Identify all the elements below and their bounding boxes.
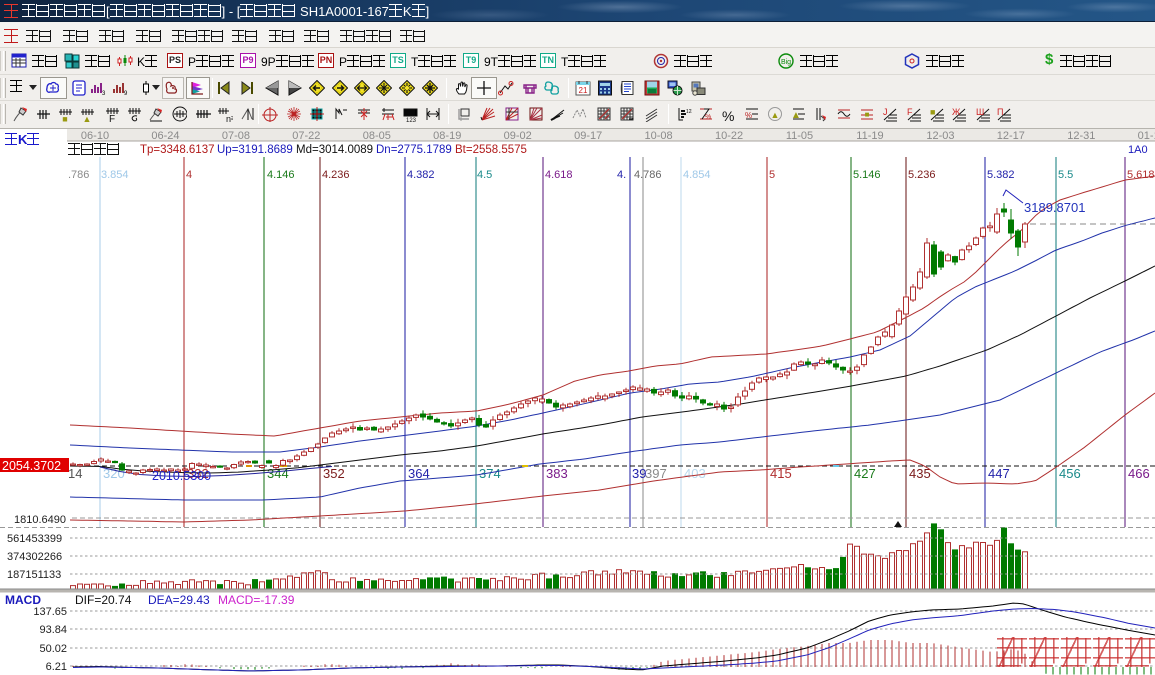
- svg-text:%: %: [745, 111, 752, 120]
- svg-text:Dn=2775.1789: Dn=2775.1789: [376, 144, 452, 156]
- svg-text:123: 123: [406, 118, 417, 122]
- svg-text:374302266: 374302266: [7, 551, 62, 563]
- svg-text:1810.6490: 1810.6490: [14, 514, 66, 526]
- svg-text:3189.8701: 3189.8701: [1024, 200, 1085, 215]
- svg-text:12-31: 12-31: [1067, 130, 1095, 142]
- svg-text:50.02: 50.02: [39, 643, 67, 655]
- svg-text:5.382: 5.382: [987, 169, 1015, 181]
- svg-text:374: 374: [479, 466, 501, 481]
- svg-text:2054.3702: 2054.3702: [2, 459, 61, 473]
- svg-text:6.21: 6.21: [46, 661, 67, 673]
- svg-text:5.146: 5.146: [853, 169, 881, 181]
- svg-text:11-19: 11-19: [856, 130, 883, 142]
- svg-text:Md=3014.0089: Md=3014.0089: [296, 144, 373, 156]
- svg-text:■: ■: [62, 114, 67, 122]
- svg-text:Tp=3348.6137: Tp=3348.6137: [140, 144, 215, 156]
- svg-text:Bt=2558.5575: Bt=2558.5575: [455, 144, 527, 156]
- svg-text:06-24: 06-24: [151, 130, 179, 142]
- svg-text:3.854: 3.854: [101, 169, 129, 181]
- svg-text:4.382: 4.382: [407, 169, 435, 181]
- svg-text:403: 403: [684, 466, 706, 481]
- svg-text:447: 447: [988, 466, 1010, 481]
- svg-text:12-17: 12-17: [997, 130, 1025, 142]
- svg-text:4.: 4.: [617, 169, 626, 181]
- svg-text:4.786: 4.786: [634, 169, 662, 181]
- svg-text:08-05: 08-05: [363, 130, 391, 142]
- svg-text:10-22: 10-22: [715, 130, 743, 142]
- svg-text:4.618: 4.618: [545, 169, 573, 181]
- svg-text:▲: ▲: [83, 114, 92, 122]
- svg-text:4.5: 4.5: [477, 169, 492, 181]
- svg-text:Big: Big: [781, 59, 791, 66]
- svg-text:П: П: [997, 107, 1003, 117]
- svg-text:F: F: [907, 107, 913, 117]
- svg-text:187151133: 187151133: [7, 569, 61, 581]
- svg-text:561453399: 561453399: [7, 533, 62, 545]
- svg-text:397: 397: [645, 466, 667, 481]
- svg-text:9: 9: [124, 91, 128, 96]
- svg-text:Ш: Ш: [976, 107, 984, 117]
- svg-text:■: ■: [865, 110, 870, 119]
- svg-text:1A0: 1A0: [1128, 144, 1148, 156]
- svg-text:4.854: 4.854: [683, 169, 711, 181]
- svg-text:J: J: [883, 107, 888, 117]
- svg-text:%: %: [705, 114, 711, 121]
- svg-text:3: 3: [102, 91, 106, 96]
- svg-text:456: 456: [1059, 466, 1081, 481]
- svg-text:14: 14: [68, 466, 82, 481]
- svg-text:▲: ▲: [771, 110, 780, 120]
- svg-text:DIF=20.74: DIF=20.74: [75, 593, 132, 607]
- svg-text:427: 427: [854, 466, 876, 481]
- svg-text:10-08: 10-08: [645, 130, 673, 142]
- svg-text:4.146: 4.146: [267, 169, 295, 181]
- svg-text:137.65: 137.65: [33, 606, 67, 618]
- svg-text:F: F: [109, 114, 115, 122]
- svg-text:4: 4: [186, 169, 192, 181]
- svg-text:383: 383: [546, 466, 568, 481]
- svg-text:■: ■: [930, 107, 935, 117]
- svg-text:5.5: 5.5: [1058, 169, 1073, 181]
- svg-text:5.236: 5.236: [908, 169, 936, 181]
- svg-text:07-08: 07-08: [222, 130, 250, 142]
- svg-text:.786: .786: [68, 169, 89, 181]
- svg-text:01-14: 01-14: [1138, 130, 1155, 142]
- svg-text:12-03: 12-03: [926, 130, 954, 142]
- svg-text:2010.5300: 2010.5300: [152, 469, 211, 483]
- svg-text:5: 5: [769, 169, 775, 181]
- svg-text:DEA=29.43: DEA=29.43: [148, 593, 210, 607]
- svg-text:93.84: 93.84: [39, 624, 67, 636]
- svg-text:466: 466: [1128, 466, 1150, 481]
- svg-text:08-19: 08-19: [433, 130, 461, 142]
- svg-text:09-17: 09-17: [574, 130, 602, 142]
- svg-text:4.236: 4.236: [322, 169, 350, 181]
- svg-text:123: 123: [686, 109, 692, 115]
- svg-text:06-10: 06-10: [81, 130, 109, 142]
- svg-text:11-05: 11-05: [786, 130, 813, 142]
- svg-text:07-22: 07-22: [292, 130, 320, 142]
- svg-text:352: 352: [323, 466, 345, 481]
- svg-text:Ж: Ж: [952, 107, 961, 117]
- svg-text:09-02: 09-02: [504, 130, 532, 142]
- svg-text:n²: n²: [226, 114, 233, 122]
- svg-text:MACD: MACD: [5, 593, 41, 607]
- svg-text:Up=3191.8689: Up=3191.8689: [217, 144, 293, 156]
- svg-text:21: 21: [579, 86, 588, 95]
- svg-text:MACD=-17.39: MACD=-17.39: [218, 593, 295, 607]
